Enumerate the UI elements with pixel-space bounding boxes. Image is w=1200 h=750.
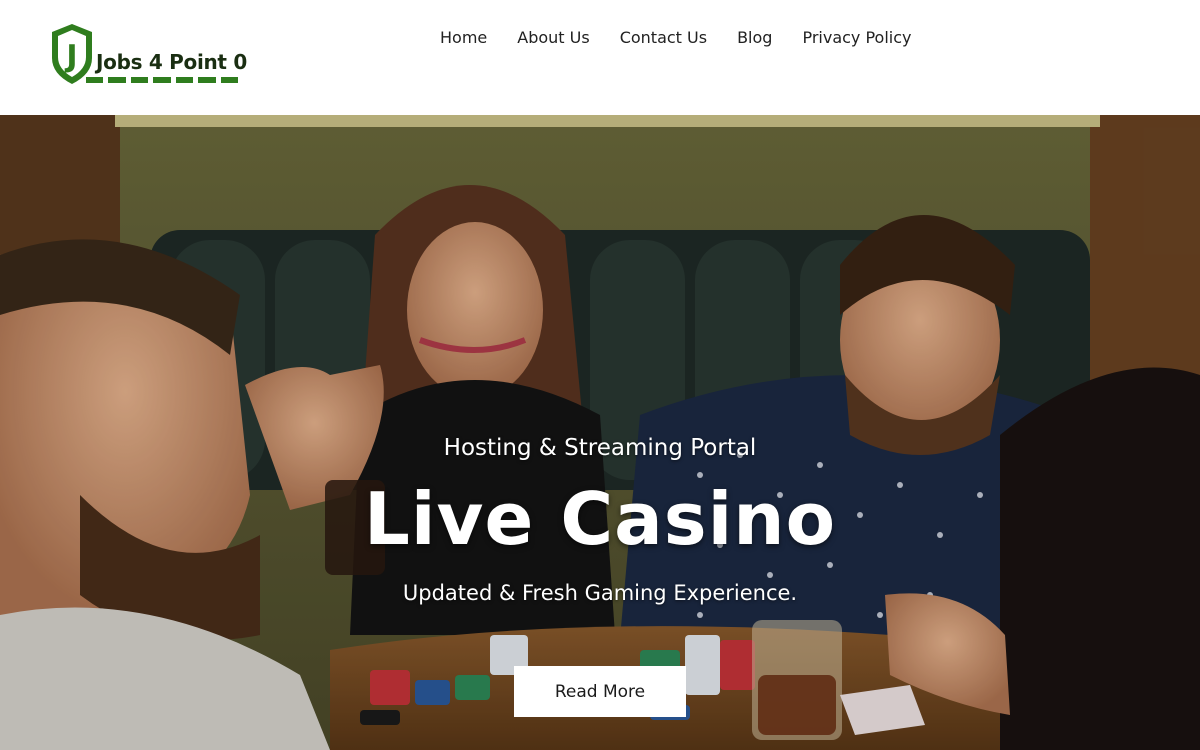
nav-item-home[interactable]: Home xyxy=(425,27,502,49)
nav-item-privacy-policy[interactable]: Privacy Policy xyxy=(787,27,926,49)
nav-item-blog[interactable]: Blog xyxy=(722,27,787,49)
brand-name: Jobs 4 Point 0 xyxy=(96,50,247,74)
logo-letter: J xyxy=(64,39,77,74)
logo-underline xyxy=(86,77,238,83)
hero-subtitle: Hosting & Streaming Portal xyxy=(443,435,757,461)
site-logo[interactable]: J Jobs 4 Point 0 xyxy=(50,22,247,88)
hero-overlay xyxy=(0,115,1200,750)
main-nav: Home About Us Contact Us Blog Privacy Po… xyxy=(425,27,927,49)
hero-tagline: Updated & Fresh Gaming Experience. xyxy=(402,581,798,605)
hero-banner: Hosting & Streaming Portal Live Casino U… xyxy=(0,115,1200,750)
nav-item-contact-us[interactable]: Contact Us xyxy=(605,27,722,49)
nav-item-about-us[interactable]: About Us xyxy=(502,27,604,49)
hero-title: Live Casino xyxy=(363,477,837,561)
site-header: J Jobs 4 Point 0 Home About Us Contact U… xyxy=(0,0,1200,115)
read-more-button[interactable]: Read More xyxy=(514,666,686,717)
